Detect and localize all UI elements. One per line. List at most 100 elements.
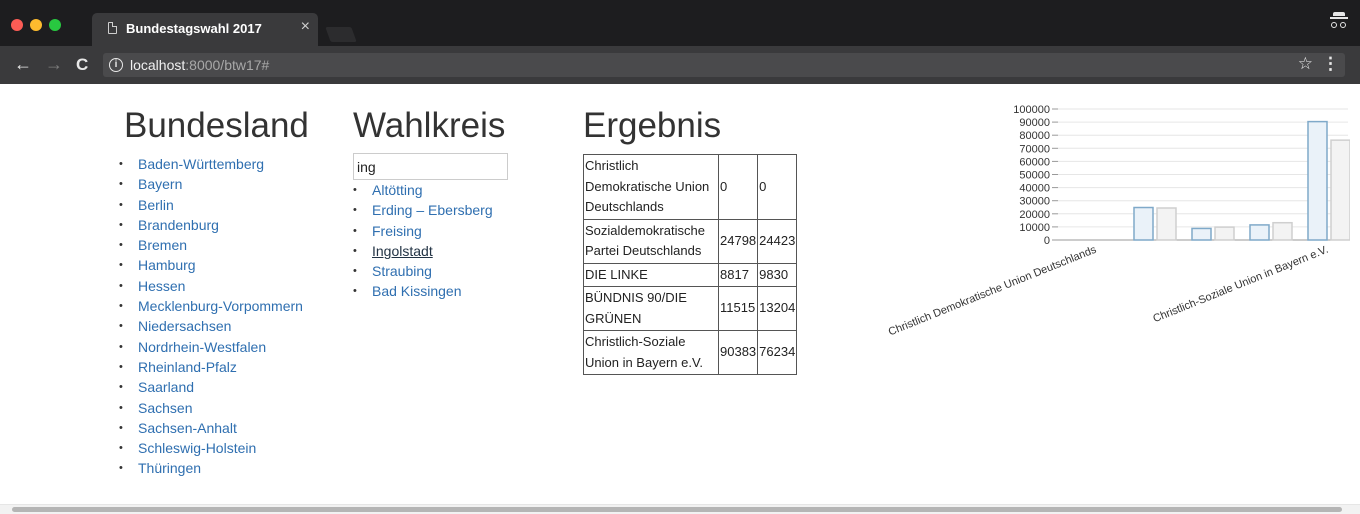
result-table: Christlich Demokratische Union Deutschla… bbox=[583, 154, 798, 375]
wahlkreis-link[interactable]: Altötting bbox=[372, 182, 423, 198]
bundesland-item: Hamburg bbox=[119, 255, 303, 276]
bundesland-link[interactable]: Bayern bbox=[138, 176, 182, 192]
bundesland-item: Mecklenburg-Vorpommern bbox=[119, 296, 303, 317]
url-text: localhost:8000/btw17# bbox=[130, 57, 269, 73]
party-cell: DIE LINKE bbox=[583, 262, 719, 287]
reload-icon[interactable]: C bbox=[76, 55, 88, 75]
bundesland-item: Rheinland-Pfalz bbox=[119, 357, 303, 378]
vote-cell: 24423 bbox=[757, 218, 798, 264]
bar bbox=[1330, 139, 1350, 241]
vote-cell: 13204 bbox=[757, 286, 798, 331]
table-row: BÜNDNIS 90/DIE GRÜNEN 11515 13204 bbox=[583, 286, 798, 331]
wahlkreis-heading: Wahlkreis bbox=[353, 106, 506, 145]
y-tick-label: 60000 bbox=[1019, 156, 1050, 168]
wahlkreis-item: Erding – Ebersberg bbox=[353, 200, 493, 221]
tab-bar: Bundestagswahl 2017 × bbox=[0, 0, 1360, 46]
party-cell: Sozialdemokratische Partei Deutschlands bbox=[583, 218, 719, 264]
y-tick-label: 40000 bbox=[1019, 183, 1050, 195]
back-arrow-icon[interactable]: ← bbox=[14, 54, 32, 75]
bar bbox=[1307, 120, 1328, 241]
bundesland-item: Hessen bbox=[119, 276, 303, 297]
bundesland-link[interactable]: Sachsen bbox=[138, 400, 192, 416]
wahlkreis-link[interactable]: Freising bbox=[372, 223, 422, 239]
bundesland-link[interactable]: Brandenburg bbox=[138, 217, 219, 233]
bundesland-list: Baden-Württemberg Bayern Berlin Brandenburg… bbox=[119, 154, 303, 479]
bookmark-star-icon[interactable]: ☆ bbox=[1298, 54, 1313, 74]
bundesland-link[interactable]: Baden-Württemberg bbox=[138, 156, 264, 172]
bar bbox=[1249, 224, 1270, 241]
close-window-button[interactable] bbox=[11, 19, 23, 31]
y-tick-label: 50000 bbox=[1019, 170, 1050, 182]
y-tick-label: 0 bbox=[1044, 235, 1050, 247]
wahlkreis-item: Ingolstadt bbox=[353, 241, 493, 262]
wahlkreis-item: Straubing bbox=[353, 261, 493, 282]
vote-cell: 11515 bbox=[717, 286, 759, 331]
bar bbox=[1214, 226, 1235, 241]
bundesland-link[interactable]: Berlin bbox=[138, 197, 174, 213]
zoom-window-button[interactable] bbox=[49, 19, 61, 31]
bundesland-item: Thüringen bbox=[119, 458, 303, 479]
bundesland-item: Sachsen bbox=[119, 398, 303, 419]
bar bbox=[1272, 221, 1293, 241]
minimize-window-button[interactable] bbox=[30, 19, 42, 31]
bundesland-item: Sachsen-Anhalt bbox=[119, 418, 303, 439]
bundesland-item: Nordrhein-Westfalen bbox=[119, 337, 303, 358]
wahlkreis-link[interactable]: Ingolstadt bbox=[372, 243, 433, 259]
bundesland-link[interactable]: Mecklenburg-Vorpommern bbox=[138, 298, 303, 314]
vote-cell: 90383 bbox=[717, 330, 759, 375]
x-tick-spacer bbox=[1261, 240, 1283, 245]
new-tab-button[interactable] bbox=[325, 27, 357, 42]
address-bar[interactable]: i localhost:8000/btw17# ☆ ⋮ bbox=[103, 53, 1345, 77]
vote-cell: 9830 bbox=[757, 262, 798, 287]
bundesland-item: Baden-Württemberg bbox=[119, 154, 303, 175]
wahlkreis-item: Bad Kissingen bbox=[353, 281, 493, 302]
url-path: :8000/btw17# bbox=[185, 57, 270, 73]
bundesland-item: Bayern bbox=[119, 174, 303, 195]
vote-cell: 8817 bbox=[717, 262, 759, 287]
bundesland-item: Brandenburg bbox=[119, 215, 303, 236]
wahlkreis-link[interactable]: Erding – Ebersberg bbox=[372, 202, 493, 218]
table-row: Christlich Demokratische Union Deutschla… bbox=[583, 154, 798, 220]
forward-arrow-icon[interactable]: → bbox=[45, 54, 63, 75]
wahlkreis-link[interactable]: Straubing bbox=[372, 263, 432, 279]
table-row: Christlich-Soziale Union in Bayern e.V. 9… bbox=[583, 330, 798, 375]
bundesland-link[interactable]: Bremen bbox=[138, 237, 187, 253]
wahlkreis-item: Freising bbox=[353, 221, 493, 242]
bundesland-link[interactable]: Hamburg bbox=[138, 257, 196, 273]
wahlkreis-search-input[interactable] bbox=[353, 153, 508, 180]
wahlkreis-link[interactable]: Bad Kissingen bbox=[372, 283, 462, 299]
bundesland-link[interactable]: Schleswig-Holstein bbox=[138, 440, 256, 456]
bundesland-link[interactable]: Thüringen bbox=[138, 460, 201, 476]
bar bbox=[1156, 207, 1177, 241]
y-tick-label: 30000 bbox=[1019, 196, 1050, 208]
scrollbar-thumb[interactable] bbox=[12, 507, 1342, 512]
bundesland-link[interactable]: Saarland bbox=[138, 379, 194, 395]
table-row: DIE LINKE 8817 9830 bbox=[583, 262, 798, 287]
vote-cell: 0 bbox=[717, 154, 759, 220]
x-tick-label: Christlich Demokratische Union Deutschla… bbox=[887, 243, 1099, 338]
document-icon bbox=[108, 22, 117, 34]
vote-cell: 76234 bbox=[757, 330, 798, 375]
bar bbox=[1133, 206, 1154, 241]
bar bbox=[1191, 227, 1212, 241]
bundesland-item: Schleswig-Holstein bbox=[119, 438, 303, 459]
ergebnis-heading: Ergebnis bbox=[583, 106, 722, 145]
browser-toolbar: ← → C i localhost:8000/btw17# ☆ ⋮ bbox=[0, 46, 1360, 84]
bundesland-link[interactable]: Niedersachsen bbox=[138, 318, 231, 334]
bundesland-item: Saarland bbox=[119, 377, 303, 398]
vote-cell: 0 bbox=[757, 154, 798, 220]
bundesland-link[interactable]: Rheinland-Pfalz bbox=[138, 359, 237, 375]
bundesland-item: Berlin bbox=[119, 195, 303, 216]
y-tick-label: 70000 bbox=[1019, 143, 1050, 155]
tab-close-icon[interactable]: × bbox=[301, 18, 310, 36]
incognito-icon bbox=[1330, 10, 1348, 30]
tab-title: Bundestagswahl 2017 bbox=[126, 21, 262, 36]
bundesland-link[interactable]: Hessen bbox=[138, 278, 185, 294]
browser-tab[interactable]: Bundestagswahl 2017 × bbox=[92, 13, 318, 46]
y-tick-label: 80000 bbox=[1019, 130, 1050, 142]
bundesland-link[interactable]: Sachsen-Anhalt bbox=[138, 420, 237, 436]
info-icon[interactable]: i bbox=[109, 58, 123, 72]
bundesland-link[interactable]: Nordrhein-Westfalen bbox=[138, 339, 266, 355]
y-tick-label: 20000 bbox=[1019, 209, 1050, 221]
menu-dots-icon[interactable]: ⋮ bbox=[1322, 54, 1339, 74]
